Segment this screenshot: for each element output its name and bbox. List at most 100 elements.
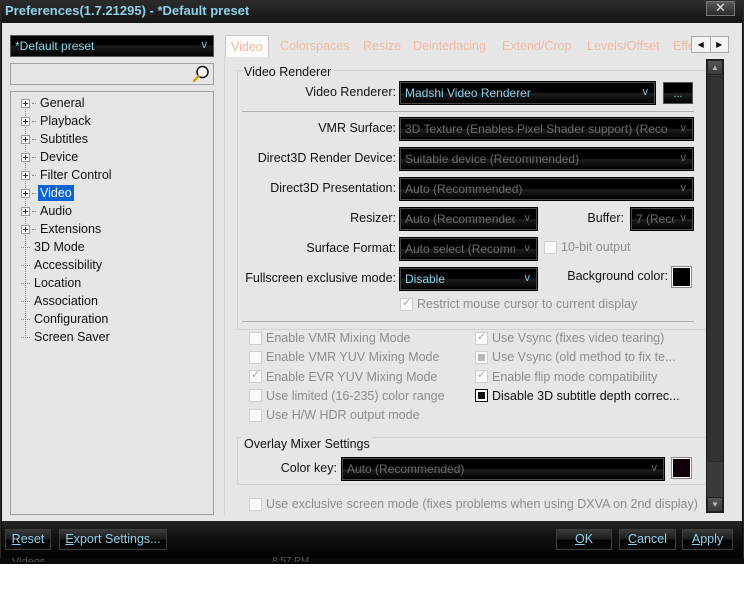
expand-plus-icon[interactable] [21,170,30,180]
close-button[interactable]: ✕ [706,1,735,16]
fullscreen-exclusive-dropdown[interactable]: Disable v [399,267,538,291]
expand-plus-icon[interactable] [21,206,30,216]
tree-item-accessibility[interactable]: Accessibility [21,256,104,274]
checkbox-box [475,330,488,345]
chevron-down-icon: v [524,212,531,224]
tab-colorspaces[interactable]: Colorspaces [275,35,354,57]
option-checkbox-enable-vmr-yuv-mixing-mode[interactable]: Enable VMR YUV Mixing Mode [249,350,439,364]
expand-plus-icon[interactable] [21,116,30,126]
reset-button[interactable]: Reset [5,529,51,550]
tree-connector [32,156,36,158]
background-color-swatch[interactable] [671,266,692,288]
d3d-render-device-label: Direct3D Render Device: [257,151,396,165]
tree-item-device[interactable]: Device [21,148,80,166]
dialog-client-area: *Default preset v General Playback Subtitl… [2,23,742,521]
restrict-mouse-checkbox[interactable]: Restrict mouse cursor to current display [400,296,637,311]
chevron-down-icon: v [680,122,687,134]
option-checkbox-use-limited-16-235-color-range[interactable]: Use limited (16-235) color range [249,389,445,403]
tree-item-general[interactable]: General [21,94,86,112]
tab-video[interactable]: Video [225,35,269,58]
checkbox-box [249,368,262,384]
tree-item-extensions[interactable]: Extensions [21,220,103,238]
option-checkbox-enable-flip-mode-compatibility[interactable]: Enable flip mode compatibility [475,368,657,384]
preset-dropdown[interactable]: *Default preset v [10,35,214,57]
tree-item-screen-saver[interactable]: Screen Saver [21,328,112,346]
tree-connector [32,192,36,194]
tree-connector [21,257,30,266]
exclusive-screen-label: Use exclusive screen mode (fixes problem… [266,497,698,511]
tab-resize[interactable]: Resize [358,35,406,57]
separator [242,111,694,112]
checkbox-box [475,368,488,384]
surface-format-dropdown[interactable]: Auto select (Recommended) v [399,237,538,261]
expand-plus-icon[interactable] [21,224,30,234]
scrollbar-thumb[interactable] [707,76,723,462]
tab-extend-crop[interactable]: Extend/Crop [497,35,576,57]
tab-scroll-buttons: ◀ ▶ [691,36,729,53]
window-title: Preferences(1.7.21295) - *Default preset [5,3,250,18]
option-checkbox-use-vsync-fixes-video-tearing[interactable]: Use Vsync (fixes video tearing) [475,330,664,345]
tree-connector [21,293,30,302]
tree-item-label: Subtitles [40,132,88,146]
d3d-render-device-dropdown[interactable]: Suitable device (Recommended) v [399,147,694,171]
separator [242,321,694,322]
d3d-presentation-dropdown[interactable]: Auto (Recommended) v [399,177,694,201]
vmr-surface-dropdown[interactable]: 3D Texture (Enables Pixel Shader support… [399,117,694,141]
scroll-up-icon[interactable]: ▲ [707,60,723,75]
tree-item-filter-control[interactable]: Filter Control [21,166,114,184]
d3d-presentation-label: Direct3D Presentation: [270,181,396,195]
tree-connector [32,138,36,140]
tree-item-subtitles[interactable]: Subtitles [21,130,90,148]
expand-plus-icon[interactable] [21,98,30,108]
tab-deinterlacing[interactable]: Deinterlacing [408,35,491,57]
ok-button[interactable]: OK [556,529,612,550]
exclusive-screen-checkbox[interactable]: Use exclusive screen mode (fixes problem… [249,497,698,511]
option-checkbox-use-vsync-old-method-to-fix-te[interactable]: Use Vsync (old method to fix te... [475,350,675,364]
expand-plus-icon[interactable] [21,188,30,198]
tree-item-label: Extensions [40,222,102,236]
search-icon[interactable] [192,65,210,83]
search-input[interactable] [11,64,189,84]
option-label: Enable VMR YUV Mixing Mode [266,350,440,365]
buffer-dropdown[interactable]: 7 (Recommended) v [630,207,694,231]
color-key-dropdown[interactable]: Auto (Recommended) v [341,457,665,481]
tree-item-label: Screen Saver [34,330,110,344]
tree-item-playback[interactable]: Playback [21,112,93,130]
option-checkbox-enable-evr-yuv-mixing-mode[interactable]: Enable EVR YUV Mixing Mode [249,368,437,384]
tree-connector [32,120,36,122]
option-checkbox-disable-3d-subtitle-depth-correc[interactable]: Disable 3D subtitle depth correc... [475,389,680,403]
expand-plus-icon[interactable] [21,152,30,162]
renderer-settings-button[interactable]: ... [663,82,693,104]
tree-item-configuration[interactable]: Configuration [21,310,110,328]
video-renderer-group [237,70,709,330]
ten-bit-output-checkbox[interactable]: 10-bit output [544,240,631,254]
tree-item-location[interactable]: Location [21,274,83,292]
option-checkbox-use-h-w-hdr-output-mode[interactable]: Use H/W HDR output mode [249,408,420,422]
scroll-down-icon[interactable]: ▼ [707,497,723,512]
title-bar[interactable]: Preferences(1.7.21295) - *Default preset… [1,1,743,23]
resizer-dropdown[interactable]: Auto (Recommended) v [399,207,538,231]
color-key-swatch[interactable] [671,457,692,479]
d3d-presentation-value: Auto (Recommended) [405,182,523,196]
tab-scroll-right-icon[interactable]: ▶ [711,37,729,52]
cancel-button[interactable]: Cancel [619,529,676,550]
expand-plus-icon[interactable] [21,134,30,144]
tab-levels-offset[interactable]: Levels/Offset [582,35,665,57]
tree-item-label: Video [38,185,74,201]
tree-item-association[interactable]: Association [21,292,100,310]
chevron-down-icon: v [680,212,687,224]
video-renderer-dropdown[interactable]: Madshi Video Renderer v [399,81,656,105]
mnemonic-letter: E [65,532,74,546]
tab-effects[interactable]: Effe [668,35,693,57]
apply-button[interactable]: Apply [682,529,733,550]
checkbox-box [249,408,262,422]
tree-item-video[interactable]: Video [21,184,74,202]
tree-item-label: Location [34,276,82,290]
tree-item-audio[interactable]: Audio [21,202,74,220]
tree-item-3d-mode[interactable]: 3D Mode [21,238,87,256]
category-tree: General Playback Subtitles Device Filter Con… [10,91,214,515]
export-settings-button[interactable]: Export Settings... [59,529,167,550]
option-checkbox-enable-vmr-mixing-mode[interactable]: Enable VMR Mixing Mode [249,331,411,345]
tab-scroll-left-icon[interactable]: ◀ [692,37,711,52]
vertical-scrollbar[interactable]: ▲ ▼ [706,59,724,513]
